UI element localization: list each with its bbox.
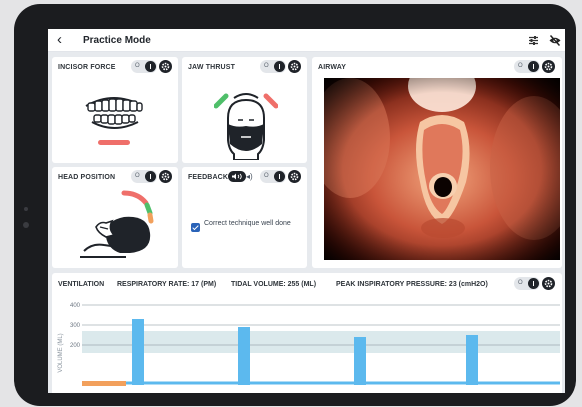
info-icon bbox=[145, 61, 156, 72]
head-position-panel: HEAD POSITION O bbox=[52, 167, 178, 268]
tablet-sensor bbox=[24, 207, 28, 211]
gear-icon[interactable] bbox=[159, 170, 172, 183]
speaker-icon[interactable] bbox=[228, 171, 246, 182]
volume-bar bbox=[354, 337, 366, 385]
tidal-volume: TIDAL VOLUME: 255 (ML) bbox=[231, 281, 317, 288]
panel-toggle[interactable]: O bbox=[514, 277, 540, 290]
gear-icon[interactable] bbox=[542, 277, 555, 290]
airway-panel: AIRWAY O bbox=[312, 57, 562, 268]
volume-icon[interactable]: ◂) bbox=[246, 172, 253, 181]
feedback-panel: FEEDBACK ◂) O Correct technique well don… bbox=[182, 167, 307, 268]
info-icon bbox=[274, 61, 285, 72]
target-band bbox=[82, 331, 560, 353]
airway-camera-feed bbox=[324, 78, 560, 260]
sliders-icon[interactable] bbox=[527, 34, 540, 47]
jaw-thrust-panel: JAW THRUST O bbox=[182, 57, 307, 163]
gear-icon[interactable] bbox=[159, 60, 172, 73]
y-tick-label: 200 bbox=[70, 343, 81, 349]
back-button[interactable]: ‹ bbox=[57, 31, 62, 49]
peak-inspiratory-pressure: PEAK INSPIRATORY PRESSURE: 23 (cmH2O) bbox=[336, 281, 488, 288]
ventilation-title: VENTILATION bbox=[58, 281, 105, 288]
ventilation-panel: VENTILATION RESPIRATORY RATE: 17 (PM) TI… bbox=[52, 273, 562, 393]
panel-toggle[interactable]: O bbox=[260, 170, 286, 183]
feedback-message: Correct technique well done bbox=[204, 220, 291, 227]
app-header: ‹ Practice Mode bbox=[48, 29, 565, 52]
head-position-illustration bbox=[80, 190, 154, 258]
volume-bar bbox=[238, 327, 250, 385]
info-icon bbox=[528, 278, 539, 289]
panel-title: FEEDBACK bbox=[188, 174, 229, 181]
tablet-frame: ‹ Practice Mode INCISOR FORCE O JAW THRU… bbox=[14, 4, 576, 406]
y-axis-label: VOLUME (ML) bbox=[58, 333, 64, 372]
tablet-camera bbox=[23, 222, 29, 228]
info-icon bbox=[274, 171, 285, 182]
y-tick-label: 400 bbox=[70, 303, 81, 309]
y-tick-label: 300 bbox=[70, 323, 81, 329]
gear-icon[interactable] bbox=[288, 60, 301, 73]
feedback-checkbox[interactable] bbox=[191, 223, 200, 232]
panel-toggle[interactable]: O bbox=[514, 60, 540, 73]
panel-toggle[interactable]: O bbox=[131, 60, 157, 73]
volume-bar bbox=[466, 335, 478, 385]
ventilation-chart: VOLUME (ML) 200 300 400 bbox=[58, 303, 560, 386]
panel-toggle[interactable]: O bbox=[131, 170, 157, 183]
gear-icon[interactable] bbox=[542, 60, 555, 73]
teeth-illustration bbox=[85, 97, 143, 145]
app-screen: ‹ Practice Mode INCISOR FORCE O JAW THRU… bbox=[48, 29, 565, 393]
eye-off-icon[interactable] bbox=[548, 34, 561, 47]
panel-title: JAW THRUST bbox=[188, 64, 235, 71]
info-icon bbox=[145, 171, 156, 182]
panel-toggle[interactable]: O bbox=[260, 60, 286, 73]
info-icon bbox=[528, 61, 539, 72]
incisor-force-panel: INCISOR FORCE O bbox=[52, 57, 178, 163]
panel-title: HEAD POSITION bbox=[58, 174, 116, 181]
gear-icon[interactable] bbox=[288, 170, 301, 183]
panel-title: INCISOR FORCE bbox=[58, 64, 116, 71]
respiratory-rate: RESPIRATORY RATE: 17 (PM) bbox=[117, 281, 217, 288]
baseline-marker bbox=[82, 381, 126, 386]
panel-title: AIRWAY bbox=[318, 64, 347, 71]
volume-bar bbox=[132, 319, 144, 385]
page-title: Practice Mode bbox=[83, 35, 151, 46]
jaw-thrust-illustration bbox=[214, 93, 278, 160]
